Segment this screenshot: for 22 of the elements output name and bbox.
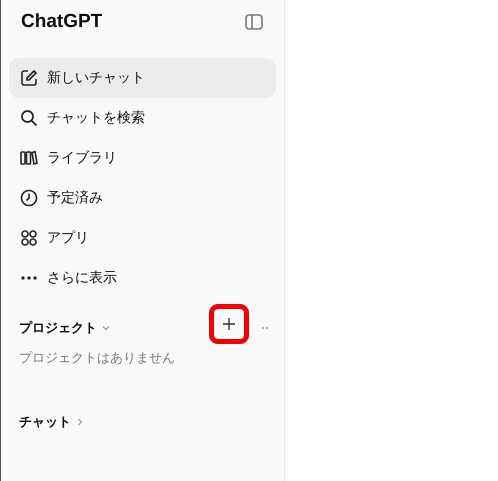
nav-item[interactable]: チャットを検索 (9, 98, 276, 138)
search-icon (19, 108, 39, 128)
plus-icon (222, 317, 236, 331)
app-title: ChatGPT (21, 11, 102, 33)
edit-icon (19, 68, 39, 88)
clock-icon (19, 188, 39, 208)
chevron-icon (101, 323, 111, 333)
more-icon[interactable] (261, 326, 269, 330)
sidebar-toggle-icon[interactable] (244, 12, 264, 32)
more-icon (19, 276, 39, 280)
chevron-icon (75, 417, 85, 427)
nav-item[interactable]: 新しいチャット (9, 58, 276, 98)
projects-heading[interactable]: プロジェクト (19, 319, 111, 337)
nav-item[interactable]: ライブラリ (9, 138, 276, 178)
chats-heading[interactable]: チャット (19, 413, 85, 431)
nav-item[interactable]: さらに表示 (9, 258, 276, 298)
nav-item[interactable]: アプリ (9, 218, 276, 258)
apps-icon (19, 228, 39, 248)
empty-projects-text: プロジェクトはありません (18, 350, 176, 368)
nav-item[interactable]: 予定済み (9, 178, 276, 218)
add-project-button[interactable] (209, 304, 249, 344)
books-icon (19, 148, 39, 168)
